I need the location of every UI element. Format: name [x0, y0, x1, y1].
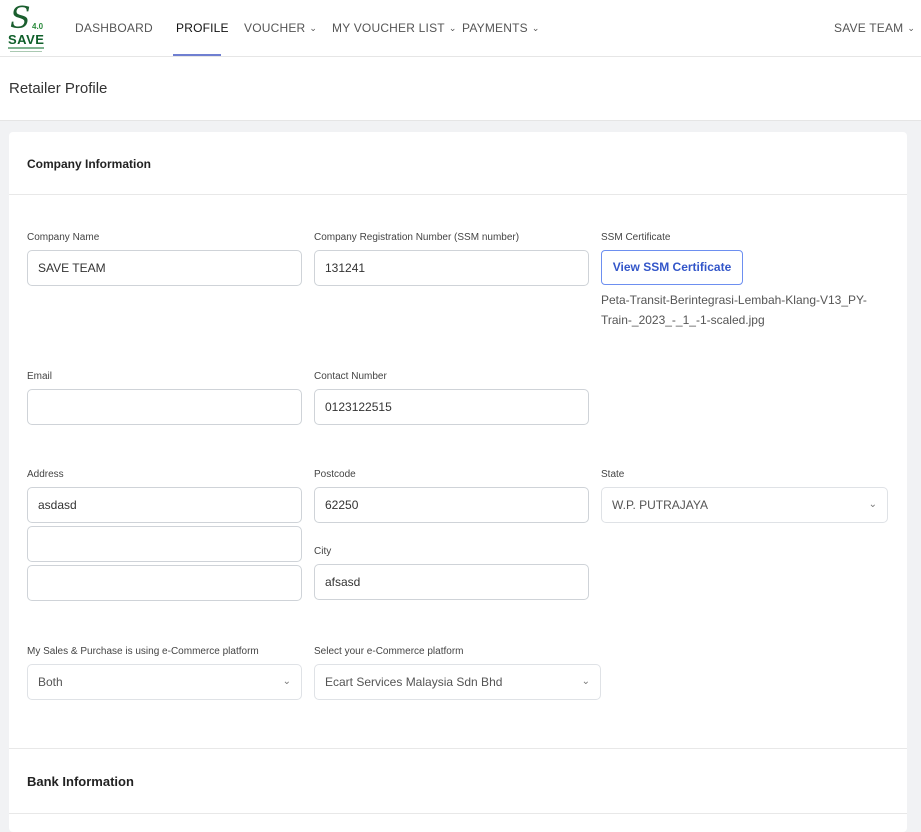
city-label: City — [314, 546, 332, 557]
page-title: Retailer Profile — [9, 80, 108, 97]
ssm-certificate-label: SSM Certificate — [601, 232, 671, 243]
section-divider — [9, 194, 907, 195]
address-line1-field[interactable]: asdasd — [27, 487, 302, 523]
account-name: SAVE TEAM — [834, 21, 904, 35]
company-info-title: Company Information — [27, 157, 152, 171]
chevron-down-icon: ⌄ — [282, 676, 291, 687]
nav-my-voucher-list-label: MY VOUCHER LIST — [332, 21, 445, 35]
email-label: Email — [27, 371, 53, 382]
chevron-down-icon: ⌄ — [907, 23, 916, 33]
address-line3-field[interactable] — [27, 565, 302, 601]
nav-dashboard[interactable]: DASHBOARD — [75, 21, 153, 35]
nav-payments[interactable]: PAYMENTS ⌄ — [462, 21, 540, 35]
nav-profile[interactable]: PROFILE — [176, 21, 229, 35]
chevron-down-icon: ⌄ — [448, 23, 457, 33]
logo-tagline-bar — [10, 51, 42, 52]
postcode-label: Postcode — [314, 469, 356, 480]
city-field[interactable]: afsasd — [314, 564, 589, 600]
email-field[interactable] — [27, 389, 302, 425]
nav-voucher-label: VOUCHER — [244, 21, 306, 35]
chevron-down-icon: ⌄ — [868, 499, 877, 510]
ssm-filename: Peta-Transit-Berintegrasi-Lembah-Klang-V… — [601, 293, 867, 327]
registration-number-field[interactable]: 131241 — [314, 250, 589, 286]
bank-info-title: Bank Information — [27, 774, 134, 789]
logo-word: SAVE — [8, 32, 45, 47]
postcode-field[interactable]: 62250 — [314, 487, 589, 523]
nav-voucher[interactable]: VOUCHER ⌄ — [244, 21, 317, 35]
ecommerce-usage-value: Both — [38, 675, 63, 689]
state-label: State — [601, 469, 625, 480]
top-navbar: S 4.0 SAVE DASHBOARD PROFILE VOUCHER ⌄ MY… — [0, 0, 921, 57]
view-ssm-certificate-button[interactable]: View SSM Certificate — [601, 250, 743, 285]
chevron-down-icon: ⌄ — [581, 676, 590, 687]
nav-my-voucher-list[interactable]: MY VOUCHER LIST ⌄ — [332, 21, 457, 35]
address-label: Address — [27, 469, 64, 480]
company-name-label: Company Name — [27, 232, 100, 243]
save-logo[interactable]: S 4.0 SAVE — [6, 4, 46, 54]
ecommerce-usage-select[interactable]: Both ⌄ — [27, 664, 302, 700]
nav-active-indicator — [173, 54, 221, 56]
ecommerce-platform-value: Ecart Services Malaysia Sdn Bhd — [325, 675, 503, 689]
ecommerce-usage-label: My Sales & Purchase is using e-Commerce … — [27, 646, 259, 657]
chevron-down-icon: ⌄ — [531, 23, 540, 33]
nav-payments-label: PAYMENTS — [462, 21, 528, 35]
section-divider — [9, 813, 907, 814]
logo-s-mark: S — [10, 1, 31, 36]
page-header: Retailer Profile — [0, 57, 921, 121]
ecommerce-platform-label: Select your e-Commerce platform — [314, 646, 464, 657]
state-select[interactable]: W.P. PUTRAJAYA ⌄ — [601, 487, 888, 523]
section-divider — [9, 748, 907, 749]
company-name-field[interactable]: SAVE TEAM — [27, 250, 302, 286]
account-menu[interactable]: SAVE TEAM ⌄ — [834, 21, 915, 35]
logo-underline — [8, 47, 44, 49]
address-line2-field[interactable] — [27, 526, 302, 562]
chevron-down-icon: ⌄ — [309, 23, 318, 33]
profile-card: Company Information Company Name SAVE TE… — [9, 132, 907, 832]
contact-number-field[interactable]: 0123122515 — [314, 389, 589, 425]
logo-version: 4.0 — [32, 22, 44, 31]
state-value: W.P. PUTRAJAYA — [612, 498, 709, 512]
ecommerce-platform-select[interactable]: Ecart Services Malaysia Sdn Bhd ⌄ — [314, 664, 601, 700]
registration-number-label: Company Registration Number (SSM number) — [314, 232, 520, 243]
contact-number-label: Contact Number — [314, 371, 387, 382]
